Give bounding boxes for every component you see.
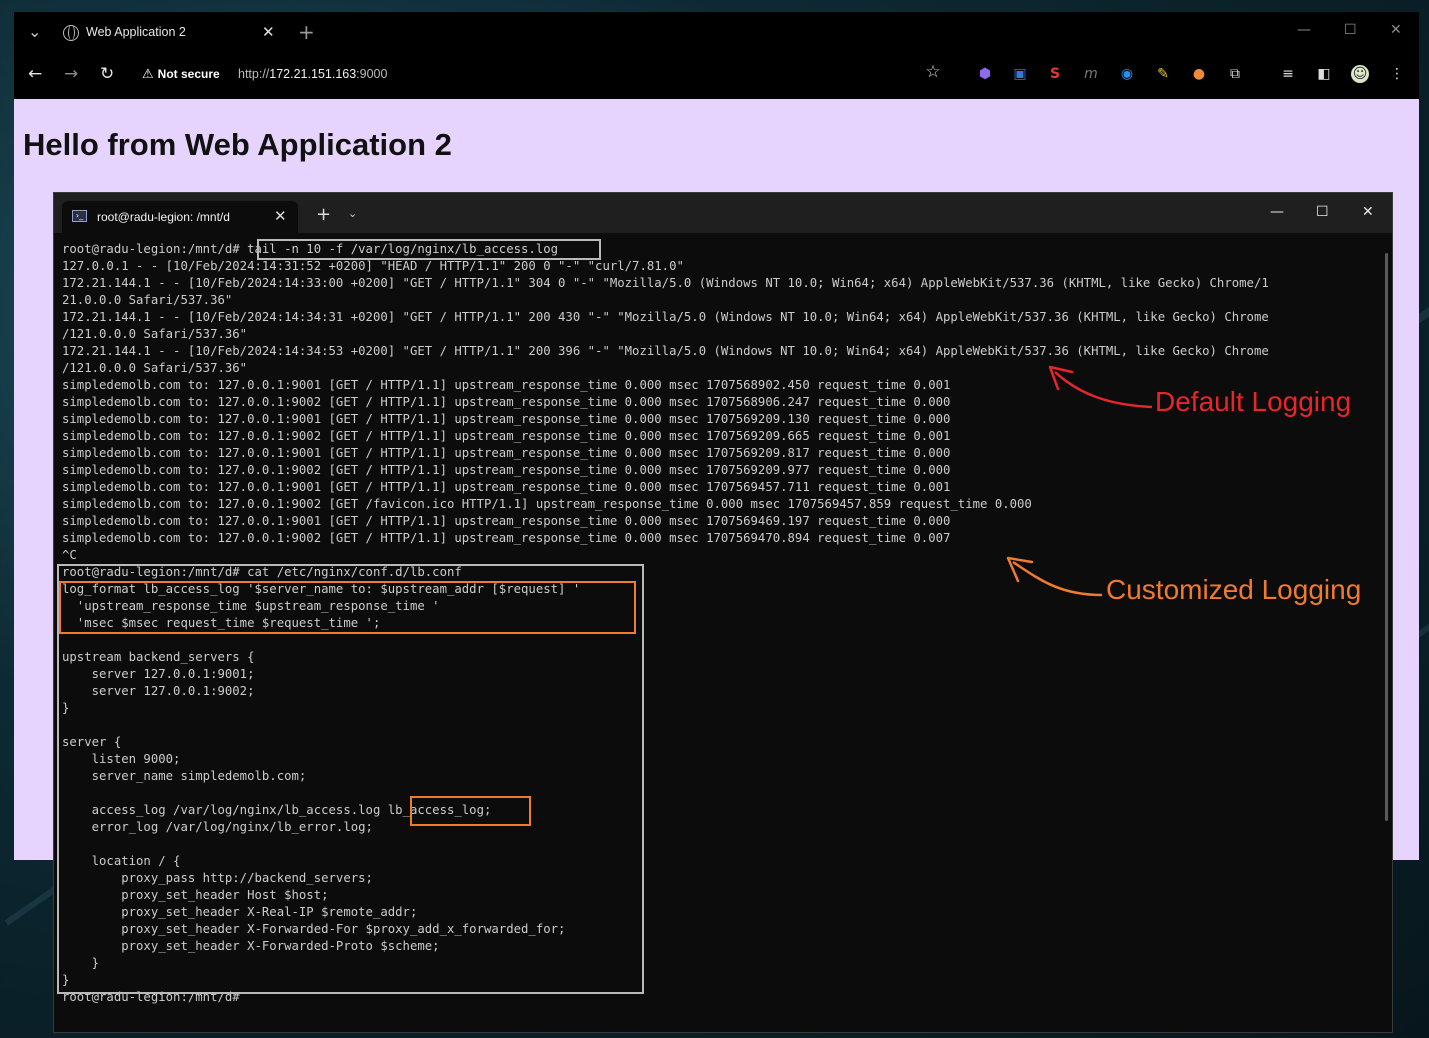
default-logging-annotation: Default Logging [1155,386,1352,417]
customized-logging-annotation: Customized Logging [1106,574,1362,605]
customized-logging-arrow [1012,560,1103,597]
annotation-arrows [1006,365,1153,597]
default-logging-arrow [1054,371,1153,409]
customized-logging-arrowhead [1006,556,1034,583]
